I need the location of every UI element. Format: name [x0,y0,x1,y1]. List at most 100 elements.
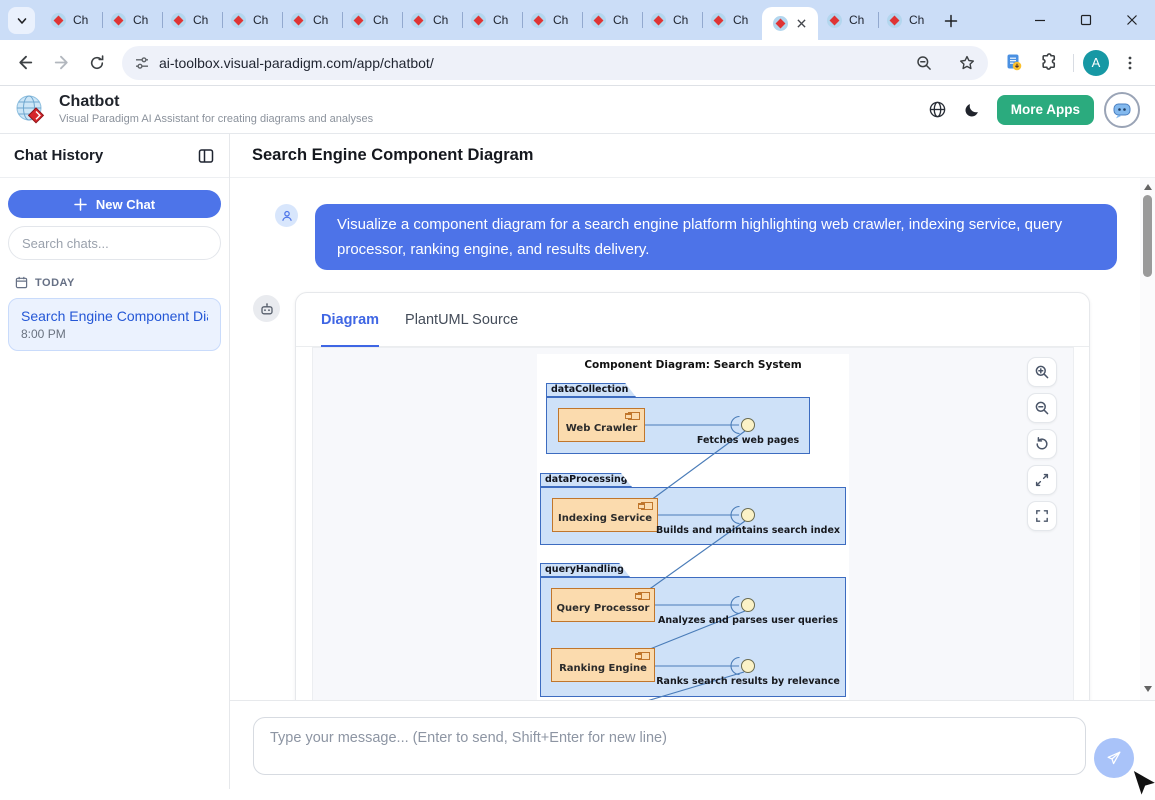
zoom-out-button[interactable] [1027,393,1057,423]
plus-icon [944,14,958,28]
site-favicon [773,16,788,31]
component-web-crawler[interactable]: Web Crawler [558,408,645,442]
fullscreen-button[interactable] [1027,501,1057,531]
bookmark-button[interactable] [950,46,984,80]
site-favicon [827,13,842,28]
close-icon [797,19,806,28]
language-button[interactable] [921,93,955,127]
back-arrow-icon [16,53,35,72]
diagram-viewport[interactable]: Component Diagram: Search System dataCol… [312,347,1074,700]
reload-icon [88,54,106,72]
tab-label: Ch [193,13,208,27]
tab-search-chevron-button[interactable] [8,7,35,34]
reading-list-extension-button[interactable] [996,46,1030,80]
chat-item-title: Search Engine Component Dia... [21,308,208,324]
back-button[interactable] [8,46,42,80]
scroll-down-arrow[interactable] [1144,686,1152,692]
url-text[interactable]: ai-toolbox.visual-paradigm.com/app/chatb… [159,55,898,71]
site-favicon [411,13,426,28]
browser-tab[interactable]: Ch [102,0,162,40]
tab-label: Ch [909,13,924,27]
fullscreen-brackets-icon [1034,508,1050,524]
new-chat-button[interactable]: New Chat [8,190,221,218]
extensions-button[interactable] [1032,46,1066,80]
vertical-scrollbar[interactable] [1140,178,1155,700]
browser-profile-avatar[interactable]: A [1083,50,1109,76]
zoom-in-icon [1034,364,1050,380]
chat-area: Visualize a component diagram for a sear… [230,178,1155,700]
tab-close-button[interactable] [797,15,806,33]
new-chat-label: New Chat [96,197,155,212]
calendar-icon [15,276,28,289]
collapse-panel-icon[interactable] [197,147,215,165]
scrollbar-thumb[interactable] [1143,195,1152,277]
tab-plantuml-source[interactable]: PlantUML Source [405,293,518,346]
response-tabs: Diagram PlantUML Source [296,293,1089,347]
reload-button[interactable] [80,46,114,80]
chatbot-icon [1110,98,1134,122]
browser-tab-active[interactable] [762,7,818,40]
browser-tab[interactable]: Ch [878,0,938,40]
dark-mode-button[interactable] [955,93,989,127]
browser-tab[interactable]: Ch [582,0,642,40]
site-settings-tune-icon [134,55,150,71]
browser-window: ChChChChChChChChChChChChChCh ai-toolbox.… [0,0,1155,86]
page-title: Search Engine Component Diagram [230,134,1155,178]
forward-arrow-icon [52,53,71,72]
zoom-out-icon [1034,400,1050,416]
browser-menu-button[interactable] [1113,46,1147,80]
zoom-in-button[interactable] [1027,357,1057,387]
browser-tab-strip: ChChChChChChChChChChChChChCh [0,0,1155,40]
address-bar[interactable]: ai-toolbox.visual-paradigm.com/app/chatb… [122,46,988,80]
browser-tab[interactable]: Ch [42,0,102,40]
star-icon [958,54,976,72]
browser-tab[interactable]: Ch [282,0,342,40]
scroll-up-arrow[interactable] [1144,184,1152,190]
more-apps-button[interactable]: More Apps [997,95,1094,125]
component-icon [638,652,650,660]
browser-tab[interactable]: Ch [342,0,402,40]
send-plane-icon [1105,749,1123,767]
browser-tab[interactable]: Ch [402,0,462,40]
maximize-icon [1080,14,1092,26]
more-apps-label: More Apps [1011,102,1080,117]
search-chats-input[interactable] [8,226,221,260]
chat-history-item[interactable]: Search Engine Component Dia... 8:00 PM [8,298,221,351]
component-query-processor[interactable]: Query Processor [551,588,655,622]
browser-tab[interactable]: Ch [462,0,522,40]
interface-label: Builds and maintains search index [656,525,840,536]
zoom-page-button[interactable] [907,46,941,80]
close-window-button[interactable] [1109,0,1155,40]
app-titles: Chatbot Visual Paradigm AI Assistant for… [59,93,373,125]
diagram-toolbar [1027,357,1057,531]
close-icon [1126,14,1138,26]
diagram-canvas: Component Diagram: Search System dataCol… [537,354,849,700]
new-tab-button[interactable] [938,8,963,33]
component-ranking-engine[interactable]: Ranking Engine [551,648,655,682]
minimize-button[interactable] [1017,0,1063,40]
puzzle-icon [1040,53,1059,72]
chatbot-avatar-badge[interactable] [1104,92,1140,128]
site-favicon [231,13,246,28]
browser-tab[interactable]: Ch [702,0,762,40]
maximize-button[interactable] [1063,0,1109,40]
browser-tab[interactable]: Ch [522,0,582,40]
person-icon [280,209,294,223]
browser-tab[interactable]: Ch [162,0,222,40]
browser-tab[interactable]: Ch [642,0,702,40]
forward-button[interactable] [44,46,78,80]
browser-tab[interactable]: Ch [222,0,282,40]
expand-button[interactable] [1027,465,1057,495]
user-message-bubble: Visualize a component diagram for a sear… [315,204,1117,270]
tab-label: Ch [73,13,88,27]
send-button[interactable] [1094,738,1134,778]
sidebar-title: Chat History [14,147,103,164]
component-icon [638,592,650,600]
reset-view-button[interactable] [1027,429,1057,459]
component-indexing-service[interactable]: Indexing Service [552,498,658,532]
moon-icon [963,101,981,119]
component-icon [641,502,653,510]
browser-tab[interactable]: Ch [818,0,878,40]
message-input[interactable] [253,717,1086,775]
tab-diagram[interactable]: Diagram [321,293,379,346]
